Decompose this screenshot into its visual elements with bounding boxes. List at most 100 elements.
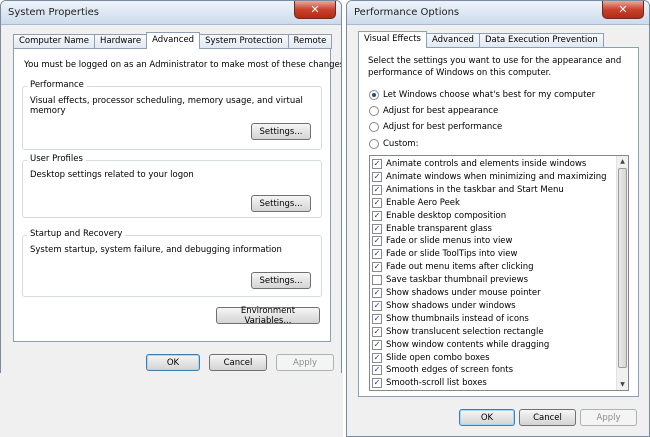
checkbox-checked[interactable]: ✓ [372, 352, 382, 363]
performance-settings-button[interactable]: Settings... [251, 123, 311, 140]
checkbox-checked[interactable]: ✓ [372, 223, 382, 234]
checkbox-checked[interactable]: ✓ [372, 159, 382, 169]
effect-item[interactable]: ✓ Show thumbnails instead of icons [372, 313, 529, 325]
checkbox-checked[interactable]: ✓ [372, 197, 382, 208]
checkbox-checked[interactable]: ✓ [372, 184, 382, 195]
tab-advanced[interactable]: Advanced [425, 33, 480, 48]
checkbox-checked[interactable]: ✓ [372, 262, 382, 273]
effect-item[interactable]: ✓ Animations in the taskbar and Start Men… [372, 184, 564, 196]
system-properties-titlebar[interactable]: System Properties ✕ [1, 1, 341, 25]
effect-item[interactable]: ✓ Show shadows under mouse pointer [372, 287, 541, 299]
radio-label: Custom: [383, 139, 419, 149]
effect-label: Enable transparent glass [386, 223, 492, 234]
intro-text-line-1: Select the settings you want to use for … [368, 56, 622, 66]
effect-label: Show shadows under windows [386, 300, 516, 311]
performance-options-titlebar[interactable]: Performance Options ✕ [347, 1, 649, 25]
performance-group: Performance Visual effects, processor sc… [22, 80, 322, 150]
checkbox-checked[interactable]: ✓ [372, 313, 382, 324]
scroll-up-arrow-icon[interactable]: ▲ [617, 156, 628, 167]
tab-advanced[interactable]: Advanced [146, 32, 201, 49]
scroll-down-arrow-icon[interactable]: ▼ [617, 379, 628, 390]
effect-item[interactable]: ✓ Slide open combo boxes [372, 352, 490, 364]
radio-button[interactable] [369, 139, 379, 149]
user-profiles-group-title: User Profiles [27, 154, 86, 164]
effect-item[interactable]: ✓ Animate controls and elements inside wi… [372, 158, 586, 170]
ok-button[interactable]: OK [146, 354, 200, 371]
tab-strip: Computer Name Hardware Advanced System P… [13, 32, 333, 49]
effect-item[interactable]: ✓ Show window contents while dragging [372, 339, 549, 351]
radio-best-appearance[interactable]: Adjust for best appearance [369, 106, 498, 116]
checkbox-checked[interactable]: ✓ [372, 249, 382, 260]
radio-label: Adjust for best performance [383, 122, 503, 132]
effect-item[interactable]: ✓ Enable transparent glass [372, 223, 492, 235]
apply-button[interactable]: Apply [580, 409, 637, 426]
effect-label: Enable Aero Peek [386, 197, 460, 208]
effect-label: Fade out menu items after clicking [386, 262, 534, 273]
checkbox-checked[interactable]: ✓ [372, 210, 382, 221]
tab-data-execution-prevention[interactable]: Data Execution Prevention [478, 33, 604, 48]
tab-hardware[interactable]: Hardware [94, 34, 148, 49]
checkbox-checked[interactable]: ✓ [372, 300, 382, 311]
effect-item[interactable]: ✓ Fade or slide ToolTips into view [372, 248, 517, 260]
close-button[interactable]: ✕ [294, 1, 336, 19]
effect-label: Animations in the taskbar and Start Menu [386, 184, 564, 195]
effect-item[interactable]: ✓ Smooth edges of screen fonts [372, 364, 513, 376]
window-title: Performance Options [354, 7, 460, 18]
ok-button[interactable]: OK [459, 409, 515, 426]
radio-button[interactable] [369, 122, 379, 132]
checkbox-checked[interactable]: ✓ [372, 288, 382, 298]
startup-recovery-settings-button[interactable]: Settings... [251, 272, 311, 289]
close-icon: ✕ [618, 3, 628, 16]
startup-recovery-group-title: Startup and Recovery [27, 229, 126, 239]
radio-custom[interactable]: Custom: [369, 139, 418, 149]
checkbox-unchecked[interactable] [372, 275, 382, 286]
effect-item[interactable]: ✓ Animate windows when minimizing and max… [372, 171, 607, 183]
tab-visual-effects[interactable]: Visual Effects [358, 31, 427, 48]
checkbox-checked[interactable]: ✓ [372, 378, 382, 389]
effect-item[interactable]: ✓ Enable desktop composition [372, 210, 506, 222]
effect-label: Show translucent selection rectangle [386, 326, 544, 337]
performance-group-title: Performance [27, 80, 87, 90]
effect-item[interactable]: ✓ Show translucent selection rectangle [372, 326, 544, 338]
tab-system-protection[interactable]: System Protection [199, 34, 289, 49]
visual-effects-panel: Select the settings you want to use for … [358, 47, 639, 397]
tab-strip: Visual Effects Advanced Data Execution P… [358, 31, 604, 48]
radio-button[interactable] [369, 90, 379, 100]
effect-label: Show window contents while dragging [386, 339, 550, 350]
tab-computer-name[interactable]: Computer Name [13, 34, 96, 49]
radio-label: Let Windows choose what's best for my co… [383, 90, 596, 100]
admin-note: You must be logged on as an Administrato… [24, 60, 342, 70]
cancel-button[interactable]: Cancel [519, 409, 576, 426]
checkbox-checked[interactable]: ✓ [372, 365, 382, 376]
scrollbar-thumb[interactable] [618, 168, 627, 368]
list-scrollbar[interactable]: ▲ ▼ [616, 156, 628, 390]
checkbox-checked[interactable]: ✓ [372, 339, 382, 350]
environment-variables-button[interactable]: Environment Variables... [216, 306, 320, 326]
user-profiles-group: User Profiles Desktop settings related t… [22, 154, 322, 218]
effect-item[interactable]: ✓ Enable Aero Peek [372, 197, 460, 209]
effect-item[interactable]: ✓ Fade or slide menus into view [372, 235, 513, 247]
apply-button[interactable]: Apply [276, 354, 334, 371]
tab-remote[interactable]: Remote [287, 34, 333, 49]
radio-button[interactable] [369, 106, 379, 116]
desktop-background [0, 373, 343, 437]
checkbox-checked[interactable]: ✓ [372, 326, 382, 337]
close-button[interactable]: ✕ [602, 1, 644, 19]
radio-label: Adjust for best appearance [383, 106, 499, 116]
visual-effects-list[interactable]: ✓ Animate controls and elements inside wi… [369, 155, 629, 391]
effect-label: Fade or slide ToolTips into view [386, 249, 518, 260]
effect-item[interactable]: Save taskbar thumbnail previews [372, 274, 528, 286]
intro-text-line-2: performance of Windows on this computer. [368, 68, 552, 78]
user-profiles-settings-button[interactable]: Settings... [251, 195, 311, 212]
checkbox-checked[interactable]: ✓ [372, 236, 382, 247]
effect-item[interactable]: ✓ Smooth-scroll list boxes [372, 377, 487, 389]
user-profiles-group-description: Desktop settings related to your logon [30, 170, 194, 180]
radio-let-windows-choose[interactable]: Let Windows choose what's best for my co… [369, 90, 595, 100]
cancel-button[interactable]: Cancel [209, 354, 267, 371]
checkbox-checked[interactable]: ✓ [372, 171, 382, 182]
performance-options-window: Performance Options ✕ Visual Effects Adv… [346, 0, 650, 437]
effect-item[interactable]: ✓ Fade out menu items after clicking [372, 261, 534, 273]
effect-item[interactable]: ✓ Show shadows under windows [372, 300, 516, 312]
system-properties-window: System Properties ✕ Computer Name Hardwa… [0, 0, 342, 437]
radio-best-performance[interactable]: Adjust for best performance [369, 122, 502, 132]
